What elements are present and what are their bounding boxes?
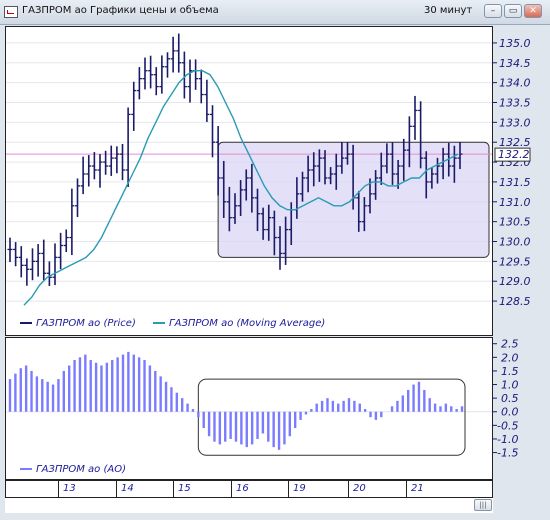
price-bar — [153, 67, 159, 96]
price-y-axis[interactable]: 135.0134.5134.0133.5133.0132.5132.0131.5… — [493, 26, 550, 336]
price-bar — [46, 261, 52, 287]
y-tick-label: 2.5 — [501, 338, 519, 351]
price-bar — [159, 55, 165, 94]
date-label: 14 — [121, 483, 134, 494]
price-bar — [63, 229, 69, 253]
price-legend-swatch — [20, 322, 32, 324]
chart-window: ГАЗПРОМ ао Графики цены и объема 30 мину… — [0, 0, 550, 520]
price-bar — [13, 242, 19, 267]
y-tick-label: 131.0 — [499, 196, 531, 209]
y-tick-label: 128.5 — [499, 295, 531, 308]
horizontal-scrollbar[interactable]: ||| — [5, 497, 493, 513]
chart-app-icon — [4, 6, 18, 18]
y-tick-label: 134.0 — [499, 77, 531, 90]
legend-ao-label: ГАЗПРОМ ао (AO) — [36, 464, 126, 475]
window-title: ГАЗПРОМ ао Графики цены и объема — [22, 5, 219, 16]
y-tick-label: -1.5 — [497, 447, 518, 460]
restore-button[interactable]: ▭ — [504, 4, 522, 18]
y-tick-label: 2.0 — [501, 351, 519, 364]
legend-price-label: ГАЗПРОМ ао (Price) — [36, 318, 136, 329]
y-tick-label: 133.0 — [499, 116, 531, 129]
y-tick-label: 0.5 — [501, 392, 519, 405]
date-label: 16 — [236, 483, 249, 494]
y-tick-label: 129.0 — [499, 275, 531, 288]
price-bar — [125, 107, 131, 188]
price-bar — [204, 79, 210, 122]
y-tick-label: 130.5 — [499, 216, 531, 229]
price-bar — [114, 146, 120, 174]
price-bar — [176, 33, 182, 73]
ao-chart[interactable] — [6, 338, 492, 479]
price-bar — [187, 59, 193, 103]
period-label[interactable]: 30 минут — [424, 5, 472, 16]
legend-ma-label: ГАЗПРОМ ао (Moving Average) — [169, 318, 326, 329]
price-bar — [198, 69, 204, 104]
price-bar — [165, 52, 170, 78]
price-bar — [193, 59, 199, 90]
date-label: 20 — [353, 483, 366, 494]
title-bar[interactable]: ГАЗПРОМ ао Графики цены и объема 30 мину… — [0, 0, 550, 25]
last-price-label: 132.2 — [498, 148, 530, 161]
price-bar — [108, 145, 114, 176]
price-bar — [170, 36, 176, 73]
y-tick-label: 131.5 — [499, 176, 531, 189]
price-bar — [58, 232, 64, 270]
minimize-button[interactable]: – — [484, 4, 502, 18]
ao-legend-swatch — [20, 468, 32, 470]
date-label: 19 — [293, 483, 306, 494]
price-panel[interactable]: ГАЗПРОМ ао (Price) ГАЗПРОМ ао (Moving Av… — [5, 26, 493, 336]
y-tick-label: 1.5 — [501, 365, 519, 378]
price-bar — [41, 239, 47, 281]
price-bar — [136, 67, 142, 100]
price-bar — [30, 248, 35, 281]
price-bar — [35, 244, 41, 277]
y-tick-label: 129.5 — [499, 255, 531, 268]
date-label: 15 — [178, 483, 191, 494]
price-bar — [52, 243, 58, 286]
y-tick-label: 133.5 — [499, 96, 531, 109]
price-bar — [91, 152, 97, 180]
price-legend: ГАЗПРОМ ао (Price) ГАЗПРОМ ао (Moving Av… — [20, 318, 325, 329]
y-tick-label: 1.0 — [501, 379, 519, 392]
ao-legend: ГАЗПРОМ ао (AO) — [20, 464, 126, 475]
y-tick-label: 130.0 — [499, 236, 531, 249]
scroll-grip-icon[interactable]: ||| — [474, 499, 492, 511]
date-label: 13 — [63, 483, 76, 494]
y-tick-label: -0.5 — [497, 419, 518, 432]
price-bar — [131, 81, 137, 131]
price-bar — [97, 154, 103, 188]
close-button[interactable]: ✕ — [524, 4, 542, 18]
y-tick-label: 0.0 — [501, 406, 519, 419]
y-tick-label: 135.0 — [499, 37, 531, 50]
price-bar — [210, 105, 215, 158]
price-chart[interactable] — [6, 27, 492, 335]
ao-panel[interactable]: ГАЗПРОМ ао (AO) — [5, 337, 493, 480]
price-bar — [148, 55, 154, 89]
ma-legend-swatch — [153, 322, 166, 324]
y-tick-label: 134.5 — [499, 57, 531, 70]
y-tick-label: -1.0 — [497, 433, 518, 446]
ao-y-axis[interactable]: 2.52.01.51.00.50.0-0.5-1.0-1.5 — [493, 337, 550, 480]
date-label: 21 — [411, 483, 424, 494]
price-bar — [75, 178, 80, 218]
